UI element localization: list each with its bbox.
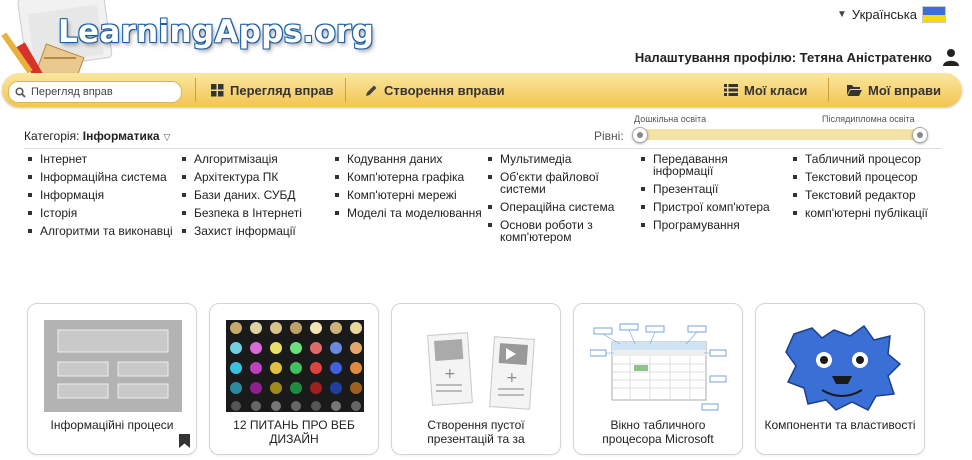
app-card-title: 12 ПИТАНЬ ПРО ВЕБ ДИЗАЙН [233, 418, 355, 446]
level-slider-max-handle[interactable] [912, 127, 928, 143]
level-max-label: Післядипломна освіта [822, 114, 915, 124]
app-card-title: Компоненти та властивості [764, 418, 916, 432]
subject-column-6: Табличний процесор Текстовий процесор Те… [791, 153, 941, 225]
level-slider-min-handle[interactable] [632, 127, 648, 143]
subject-column-5: Передавання інформації Презентації Прист… [639, 153, 789, 237]
app-thumbnail [590, 323, 727, 411]
subject-link[interactable]: Пристрої комп'ютера [639, 201, 789, 213]
subject-link[interactable]: Передавання інформації [639, 153, 789, 177]
subject-link[interactable]: Текстовий процесор [791, 171, 941, 183]
my-classes-button[interactable]: Мої класи [724, 73, 807, 107]
app-card[interactable]: Компоненти та властивості [755, 303, 925, 455]
app-card-title: Вікно табличного процесора Microsoft [602, 418, 714, 446]
list-icon [724, 84, 738, 96]
subject-column-3: Кодування даних Комп'ютерна графіка Комп… [333, 153, 483, 225]
subject-link[interactable]: Комп'ютерна графіка [333, 171, 483, 183]
subject-column-1: Інтернет Інформаційна система Інформація… [26, 153, 176, 243]
subject-link[interactable]: Інтернет [26, 153, 176, 165]
app-card-title: Інформаційні процеси [50, 418, 174, 432]
pencil-icon [366, 85, 377, 96]
create-app-label: Створення вправи [384, 82, 505, 98]
toolbar-divider [828, 78, 829, 102]
subject-link[interactable]: Архітектура ПК [180, 171, 330, 183]
my-apps-button[interactable]: Мої вправи [847, 73, 941, 107]
my-classes-label: Мої класи [744, 82, 808, 98]
browse-apps-label: Перегляд вправ [230, 82, 334, 98]
search-input[interactable] [29, 85, 173, 99]
subject-link[interactable]: Табличний процесор [791, 153, 941, 165]
search-box[interactable] [8, 81, 182, 103]
subject-link[interactable]: Історія [26, 207, 176, 219]
app-card[interactable]: 12 ПИТАНЬ ПРО ВЕБ ДИЗАЙН [209, 303, 379, 455]
grid-icon [211, 83, 224, 96]
subject-link[interactable]: Основи роботи з комп'ютером [486, 219, 636, 243]
category-prefix: Категорія: [24, 129, 80, 143]
app-thumbnail: + + [427, 332, 535, 410]
language-label: Українська [851, 7, 917, 22]
chevron-down-icon: ▼ [837, 9, 847, 20]
app-thumbnail [44, 320, 182, 412]
subject-link[interactable]: Інформація [26, 189, 176, 201]
levels-label: Рівні: [594, 129, 624, 143]
subject-link[interactable]: Кодування даних [333, 153, 483, 165]
chevron-down-icon: ▽ [163, 132, 171, 142]
subject-link[interactable]: Мультимедіа [486, 153, 636, 165]
profile-settings-link[interactable]: Налаштування профілю: Тетяна Аністратенк… [635, 50, 932, 65]
subject-link[interactable]: Програмування [639, 219, 789, 231]
subject-column-4: Мультимедіа Об'єкти файлової системи Опе… [486, 153, 636, 249]
divider [24, 148, 942, 149]
subject-link[interactable]: Захист інформації [180, 225, 330, 237]
app-card-title: Створення пустої презентацій та за [427, 418, 525, 446]
category-value: Інформатика [82, 129, 160, 143]
toolbar-divider [345, 78, 346, 102]
subject-link[interactable]: Операційна система [486, 201, 636, 213]
language-selector[interactable]: ▼ Українська [837, 6, 946, 23]
subject-link[interactable]: Алгоритмізація [180, 153, 330, 165]
subject-link[interactable]: Комп'ютерні мережі [333, 189, 483, 201]
ukraine-flag-icon [922, 6, 946, 23]
subject-link[interactable]: Об'єкти файлової системи [486, 171, 636, 195]
app-thumbnail [785, 324, 902, 411]
app-card[interactable]: Вікно табличного процесора Microsoft [573, 303, 743, 455]
svg-text:+: + [506, 370, 518, 386]
svg-text:+: + [444, 366, 456, 382]
create-app-button[interactable]: Створення вправи [365, 73, 505, 107]
level-min-label: Дошкільна освіта [634, 114, 707, 124]
folder-icon [847, 85, 862, 96]
toolbar-divider [195, 78, 196, 102]
logo-text[interactable]: LearningApps.org [58, 14, 374, 50]
search-icon [15, 86, 26, 98]
subject-link[interactable]: Презентації [639, 183, 789, 195]
subject-link[interactable]: комп'ютерні публікації [791, 207, 941, 219]
subject-link[interactable]: Текстовий редактор [791, 189, 941, 201]
subject-link[interactable]: Алгоритми та виконавці [26, 225, 176, 237]
my-apps-label: Мої вправи [868, 82, 942, 98]
user-icon[interactable] [942, 48, 960, 66]
subject-link[interactable]: Моделі та моделювання [333, 207, 483, 219]
category-selector[interactable]: Категорія: Інформатика ▽ [24, 129, 170, 143]
app-card[interactable]: Інформаційні процеси [27, 303, 197, 455]
subject-link[interactable]: Бази даних. СУБД [180, 189, 330, 201]
bookmark-icon[interactable] [179, 434, 190, 448]
app-thumbnail [226, 320, 364, 412]
subject-link[interactable]: Безпека в Інтернеті [180, 207, 330, 219]
subject-column-2: Алгоритмізація Архітектура ПК Бази даних… [180, 153, 330, 243]
browse-apps-button[interactable]: Перегляд вправ [211, 73, 334, 107]
app-card[interactable]: + + Створення пустої презентацій та за [391, 303, 561, 455]
subject-link[interactable]: Інформаційна система [26, 171, 176, 183]
level-slider-track[interactable] [634, 129, 928, 140]
